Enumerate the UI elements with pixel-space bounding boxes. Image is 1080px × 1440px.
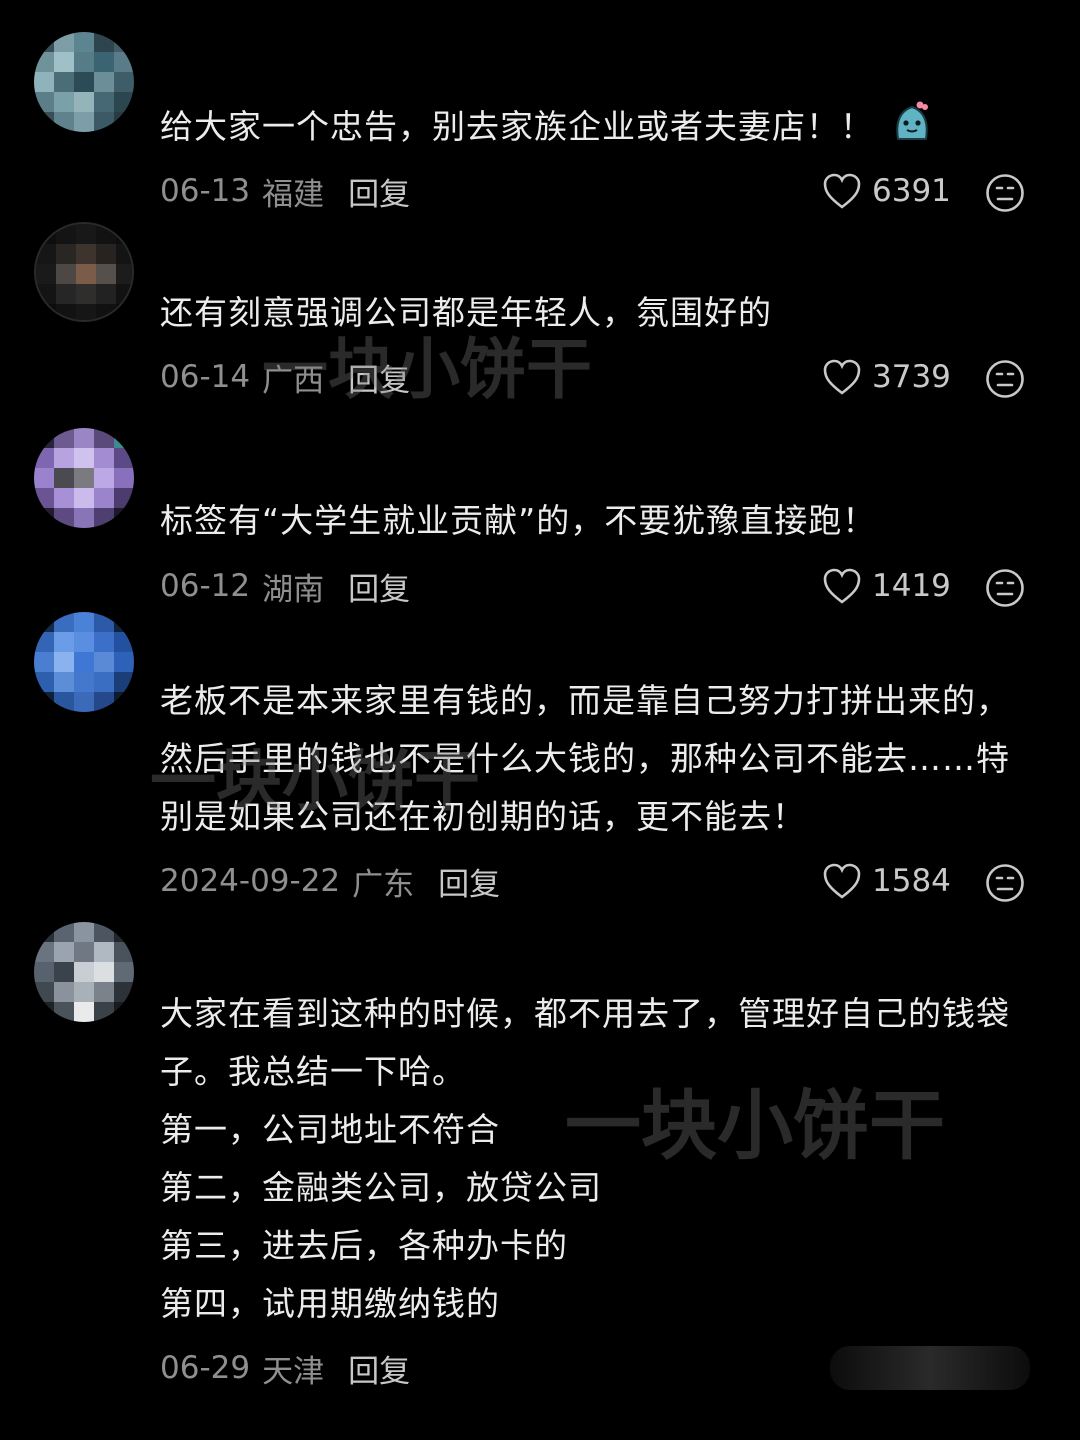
- comment-location: 天津: [262, 1353, 325, 1390]
- comment-date: 06-29: [160, 1350, 251, 1386]
- comment-item: 大家在看到这种的时候，都不用去了，管理好自己的钱袋子。我总结一下哈。 第一，公司…: [0, 0, 1080, 1410]
- comment-text: 大家在看到这种的时候，都不用去了，管理好自己的钱袋子。我总结一下哈。 第一，公司…: [160, 994, 1010, 1323]
- avatar[interactable]: [34, 922, 134, 1022]
- blurred-like-area: [830, 1346, 1030, 1390]
- reply-button[interactable]: 回复: [348, 1346, 410, 1391]
